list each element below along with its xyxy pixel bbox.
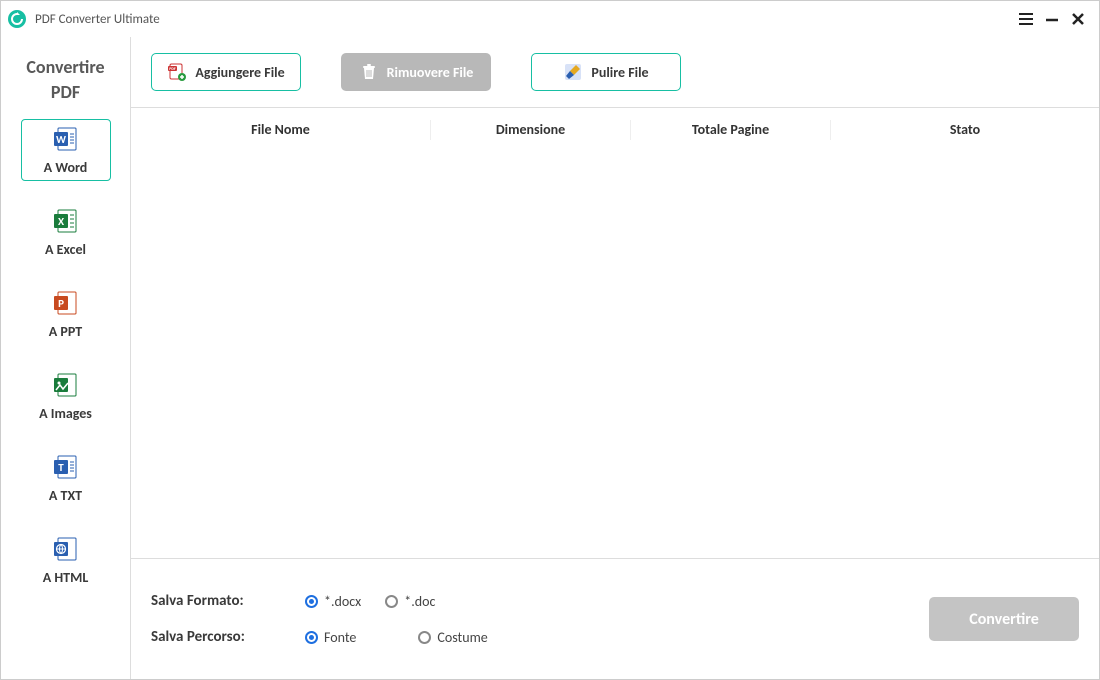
path-custom-radio[interactable]: Costume	[418, 629, 487, 646]
col-status[interactable]: Stato	[831, 120, 1099, 140]
titlebar: PDF Converter Ultimate	[1, 1, 1099, 37]
images-icon	[52, 371, 80, 399]
convert-button[interactable]: Convertire	[929, 597, 1079, 641]
sidebar-item-html[interactable]: A HTML	[21, 529, 111, 591]
svg-text:T: T	[58, 461, 64, 474]
sidebar-item-label: A Word	[44, 159, 88, 176]
remove-file-label: Rimuovere File	[387, 64, 474, 81]
format-docx-radio[interactable]: *.docx	[305, 593, 361, 610]
hamburger-icon	[1018, 11, 1034, 27]
save-format-row: Salva Formato: *.docx *.doc	[151, 592, 488, 610]
toolbar: PDF Aggiungere File Rimuovere File Pulir…	[131, 37, 1099, 107]
sidebar-item-label: A Images	[39, 405, 92, 422]
svg-text:W: W	[56, 133, 66, 146]
sidebar-item-label: A Excel	[45, 241, 86, 258]
radio-label: Fonte	[324, 629, 356, 646]
save-format-label: Salva Formato:	[151, 592, 281, 610]
clear-file-button[interactable]: Pulire File	[531, 53, 681, 91]
format-doc-radio[interactable]: *.doc	[385, 593, 435, 610]
ppt-icon: P	[52, 289, 80, 317]
table-header: File Nome Dimensione Totale Pagine Stato	[131, 108, 1099, 152]
col-total-pages[interactable]: Totale Pagine	[631, 120, 831, 140]
col-size[interactable]: Dimensione	[431, 120, 631, 140]
radio-dot-icon	[305, 631, 318, 644]
sidebar-item-label: A PPT	[49, 323, 82, 340]
svg-text:P: P	[58, 297, 64, 310]
remove-file-button[interactable]: Rimuovere File	[341, 53, 491, 91]
radio-dot-icon	[418, 631, 431, 644]
html-icon	[52, 535, 80, 563]
sidebar-item-label: A TXT	[49, 487, 82, 504]
save-path-row: Salva Percorso: Fonte Costume	[151, 628, 488, 646]
add-file-button[interactable]: PDF Aggiungere File	[151, 53, 301, 91]
sidebar-item-txt[interactable]: T A TXT	[21, 447, 111, 509]
app-logo-icon	[7, 9, 27, 29]
convert-label: Convertire	[969, 610, 1039, 629]
path-source-radio[interactable]: Fonte	[305, 629, 356, 646]
menu-button[interactable]	[1013, 6, 1039, 32]
sidebar-item-excel[interactable]: X A Excel	[21, 201, 111, 263]
radio-dot-icon	[305, 595, 318, 608]
broom-icon	[563, 62, 583, 82]
trash-icon	[359, 62, 379, 82]
close-button[interactable]	[1065, 6, 1091, 32]
sidebar-item-word[interactable]: W A Word	[21, 119, 111, 181]
close-icon	[1070, 11, 1086, 27]
sidebar-item-ppt[interactable]: P A PPT	[21, 283, 111, 345]
minimize-icon	[1044, 11, 1060, 27]
radio-label: Costume	[437, 629, 487, 646]
file-table: File Nome Dimensione Totale Pagine Stato	[131, 107, 1099, 559]
sidebar-item-label: A HTML	[43, 569, 89, 586]
sidebar-title: Convertire PDF	[26, 55, 104, 119]
svg-text:PDF: PDF	[170, 67, 177, 72]
radio-label: *.docx	[324, 593, 361, 610]
app-title: PDF Converter Ultimate	[35, 12, 160, 27]
add-file-icon: PDF	[167, 62, 187, 82]
save-path-label: Salva Percorso:	[151, 628, 281, 646]
excel-icon: X	[52, 207, 80, 235]
bottom-panel: Salva Formato: *.docx *.doc Salva Percor…	[131, 559, 1099, 679]
sidebar-item-images[interactable]: A Images	[21, 365, 111, 427]
word-icon: W	[52, 125, 80, 153]
col-file-name[interactable]: File Nome	[131, 120, 431, 140]
add-file-label: Aggiungere File	[195, 64, 284, 81]
txt-icon: T	[52, 453, 80, 481]
minimize-button[interactable]	[1039, 6, 1065, 32]
svg-text:X: X	[57, 215, 64, 228]
sidebar: Convertire PDF W A Word X A Excel	[1, 37, 131, 679]
app-window: PDF Converter Ultimate Convertire PDF W	[0, 0, 1100, 680]
clear-file-label: Pulire File	[591, 64, 648, 81]
radio-label: *.doc	[404, 593, 435, 610]
radio-dot-icon	[385, 595, 398, 608]
main-panel: PDF Aggiungere File Rimuovere File Pulir…	[131, 37, 1099, 679]
